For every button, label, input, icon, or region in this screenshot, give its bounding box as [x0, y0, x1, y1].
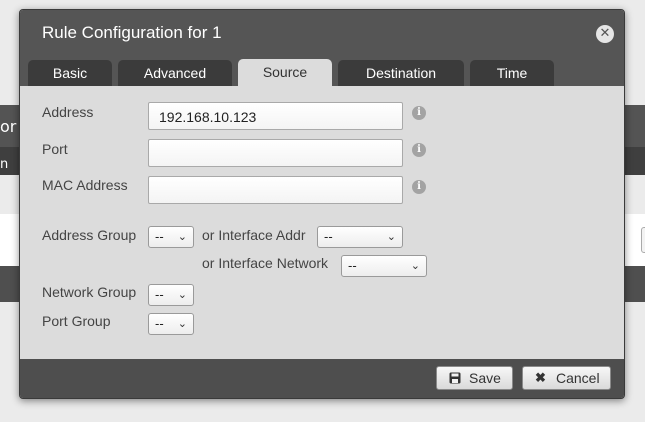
interface-network-value: --: [348, 258, 357, 273]
address-group-value: --: [155, 229, 164, 244]
save-button-label: Save: [469, 370, 501, 386]
port-group-label: Port Group: [42, 313, 111, 329]
chevron-down-icon: ⌄: [177, 230, 187, 243]
close-icon[interactable]: ✕: [596, 25, 614, 43]
address-group-label: Address Group: [42, 227, 137, 243]
interface-network-label: or Interface Network: [202, 255, 329, 271]
tab-destination[interactable]: Destination: [338, 60, 464, 86]
port-label: Port: [42, 141, 68, 157]
tab-basic[interactable]: Basic: [28, 60, 112, 86]
interface-addr-label: or Interface Addr: [202, 227, 306, 243]
mac-address-input[interactable]: [148, 176, 403, 204]
chevron-down-icon: ⌄: [177, 317, 187, 330]
port-group-value: --: [155, 316, 164, 331]
rule-configuration-dialog: Rule Configuration for 1 ✕ Basic Advance…: [19, 9, 625, 399]
address-label: Address: [42, 104, 94, 120]
chevron-down-icon: ⌄: [386, 230, 396, 243]
tab-advanced[interactable]: Advanced: [118, 60, 232, 86]
background-text-fragment: n: [0, 157, 9, 172]
network-group-label: Network Group: [42, 284, 137, 300]
mac-address-label: MAC Address: [42, 177, 128, 193]
network-group-select[interactable]: -- ⌄: [148, 284, 194, 306]
chevron-down-icon: ⌄: [410, 259, 420, 272]
background-button-edge[interactable]: [641, 227, 645, 253]
info-icon[interactable]: i: [412, 143, 426, 157]
address-input[interactable]: 192.168.10.123: [148, 102, 403, 130]
dialog-body: Address 192.168.10.123 i Port i MAC Addr…: [20, 86, 624, 359]
port-group-select[interactable]: -- ⌄: [148, 313, 194, 335]
dialog-footer: Save ✖ Cancel: [20, 359, 624, 398]
save-button[interactable]: Save: [436, 366, 513, 390]
x-icon: ✖: [535, 370, 546, 385]
info-icon[interactable]: i: [412, 106, 426, 120]
address-group-select[interactable]: -- ⌄: [148, 226, 194, 248]
interface-addr-select[interactable]: -- ⌄: [317, 226, 403, 248]
cancel-button-label: Cancel: [556, 370, 600, 386]
dialog-title: Rule Configuration for 1: [42, 23, 222, 42]
dialog-header: Rule Configuration for 1 ✕ Basic Advance…: [20, 10, 624, 86]
info-icon[interactable]: i: [412, 180, 426, 194]
background-text-fragment: or: [0, 117, 17, 136]
network-group-value: --: [155, 287, 164, 302]
chevron-down-icon: ⌄: [177, 288, 187, 301]
cancel-button[interactable]: ✖ Cancel: [522, 366, 611, 390]
tab-source[interactable]: Source: [238, 59, 332, 86]
port-input[interactable]: [148, 139, 403, 167]
floppy-disk-icon: [449, 367, 461, 391]
interface-network-select[interactable]: -- ⌄: [341, 255, 427, 277]
interface-addr-value: --: [324, 229, 333, 244]
tab-time[interactable]: Time: [470, 60, 554, 86]
